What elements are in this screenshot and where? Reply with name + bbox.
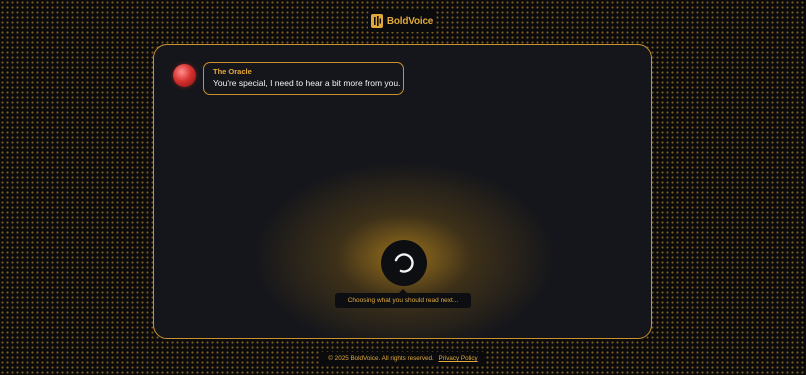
loading-spinner-icon bbox=[394, 253, 414, 273]
privacy-policy-link[interactable]: Privacy Policy bbox=[439, 355, 478, 362]
brand-name: BoldVoice bbox=[386, 15, 434, 27]
boldvoice-logo-icon bbox=[370, 14, 383, 28]
footer-copyright: © 2025 BoldVoice. All rights reserved. bbox=[328, 355, 434, 362]
chat-message: You're special, I need to hear a bit mor… bbox=[213, 78, 401, 88]
footer: © 2025 BoldVoice. All rights reserved. P… bbox=[320, 352, 486, 366]
loading-indicator bbox=[381, 240, 427, 286]
loading-status-text: Choosing what you should read next... bbox=[335, 293, 471, 308]
chat-bubble: The Oracle You're special, I need to hea… bbox=[203, 62, 404, 95]
chat-panel: The Oracle You're special, I need to hea… bbox=[153, 44, 652, 339]
speaker-name: The Oracle bbox=[213, 67, 252, 76]
brand-header[interactable]: BoldVoice bbox=[368, 10, 436, 32]
oracle-avatar bbox=[173, 64, 196, 87]
